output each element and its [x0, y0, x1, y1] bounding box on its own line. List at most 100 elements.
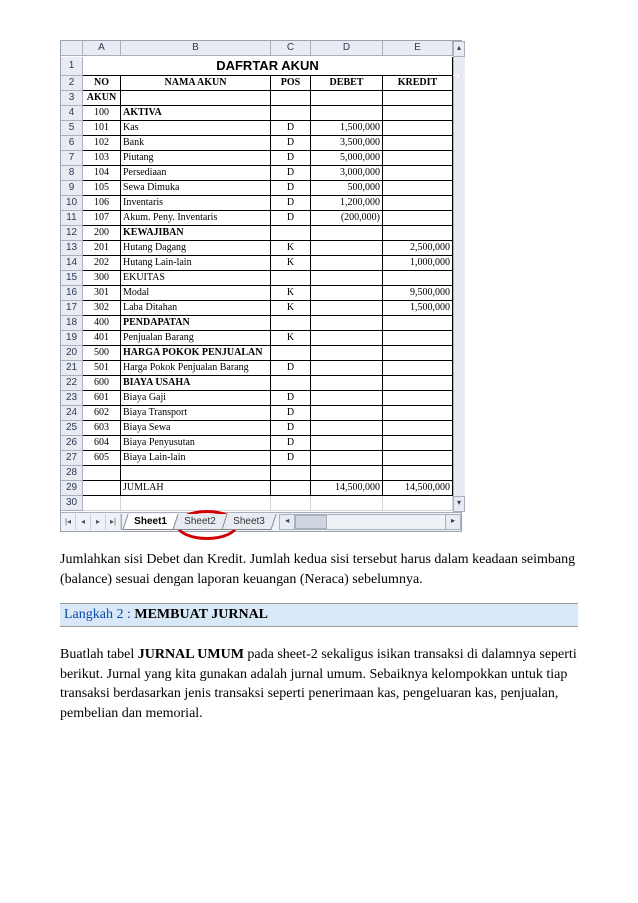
cell[interactable]: D — [271, 436, 311, 451]
row-header[interactable]: 28 — [61, 466, 83, 481]
horizontal-scrollbar[interactable]: ◂ ▸ — [279, 514, 461, 530]
cell[interactable]: Biaya Lain-lain — [121, 451, 271, 466]
scroll-up-icon[interactable]: ▴ — [453, 41, 465, 57]
row-header[interactable]: 29 — [61, 481, 83, 496]
cell[interactable]: 200 — [83, 226, 121, 241]
cell[interactable] — [383, 466, 453, 481]
cell[interactable] — [383, 331, 453, 346]
cell[interactable]: 107 — [83, 211, 121, 226]
cell[interactable] — [383, 226, 453, 241]
col-header-B[interactable]: B — [121, 41, 271, 56]
cell[interactable]: 500 — [83, 346, 121, 361]
cell[interactable] — [383, 391, 453, 406]
cell[interactable]: AKTIVA — [121, 106, 271, 121]
cell[interactable]: 102 — [83, 136, 121, 151]
cell[interactable] — [271, 496, 311, 511]
col-header-D[interactable]: D — [311, 41, 383, 56]
row-header[interactable]: 20 — [61, 346, 83, 361]
row-header[interactable]: 26 — [61, 436, 83, 451]
cell[interactable]: Biaya Gaji — [121, 391, 271, 406]
scroll-right-icon[interactable]: ▸ — [445, 514, 461, 530]
cell[interactable] — [311, 376, 383, 391]
cell[interactable]: D — [271, 196, 311, 211]
nav-first-icon[interactable]: |◂ — [61, 514, 76, 530]
cell[interactable]: Biaya Transport — [121, 406, 271, 421]
row-header[interactable]: 24 — [61, 406, 83, 421]
cell[interactable] — [311, 391, 383, 406]
cell[interactable]: EKUITAS — [121, 271, 271, 286]
cell[interactable] — [271, 316, 311, 331]
cell[interactable] — [383, 376, 453, 391]
cell[interactable] — [383, 496, 453, 511]
cell[interactable]: K — [271, 256, 311, 271]
cell[interactable]: 401 — [83, 331, 121, 346]
cell[interactable]: 100 — [83, 106, 121, 121]
cell[interactable] — [121, 496, 271, 511]
cell[interactable]: Hutang Lain-lain — [121, 256, 271, 271]
cell[interactable] — [383, 361, 453, 376]
cell[interactable]: 301 — [83, 286, 121, 301]
cell[interactable]: 500,000 — [311, 181, 383, 196]
row-header[interactable]: 4 — [61, 106, 83, 121]
cell[interactable]: Modal — [121, 286, 271, 301]
cell[interactable] — [311, 451, 383, 466]
row-header[interactable]: 8 — [61, 166, 83, 181]
cell[interactable] — [383, 421, 453, 436]
cell[interactable] — [83, 496, 121, 511]
cell[interactable] — [383, 196, 453, 211]
cell[interactable]: 103 — [83, 151, 121, 166]
cell[interactable]: D — [271, 451, 311, 466]
row-header[interactable]: 17 — [61, 301, 83, 316]
cell[interactable]: D — [271, 421, 311, 436]
cell[interactable]: 400 — [83, 316, 121, 331]
cell[interactable] — [383, 271, 453, 286]
cell[interactable]: 603 — [83, 421, 121, 436]
cell[interactable] — [83, 481, 121, 496]
cell[interactable]: D — [271, 211, 311, 226]
cell[interactable] — [383, 436, 453, 451]
cell[interactable]: D — [271, 391, 311, 406]
row-header[interactable]: 19 — [61, 331, 83, 346]
cell[interactable] — [271, 346, 311, 361]
cell[interactable] — [383, 346, 453, 361]
row-header[interactable]: 21 — [61, 361, 83, 376]
cell[interactable]: K — [271, 331, 311, 346]
cell[interactable] — [271, 106, 311, 121]
cell[interactable] — [383, 451, 453, 466]
nav-next-icon[interactable]: ▸ — [91, 514, 106, 530]
cell[interactable]: Biaya Sewa — [121, 421, 271, 436]
cell[interactable]: 601 — [83, 391, 121, 406]
cell[interactable]: 104 — [83, 166, 121, 181]
cell[interactable] — [271, 226, 311, 241]
sheet-tab-sheet2[interactable]: Sheet2 — [172, 514, 227, 530]
cell[interactable] — [311, 106, 383, 121]
cell[interactable] — [383, 166, 453, 181]
cell[interactable]: 602 — [83, 406, 121, 421]
row-header[interactable]: 18 — [61, 316, 83, 331]
cell[interactable] — [271, 376, 311, 391]
row-header[interactable]: 11 — [61, 211, 83, 226]
cell[interactable]: D — [271, 406, 311, 421]
row-header[interactable]: 10 — [61, 196, 83, 211]
cell[interactable] — [311, 256, 383, 271]
cell[interactable]: Laba Ditahan — [121, 301, 271, 316]
cell[interactable]: 1,500,000 — [311, 121, 383, 136]
cell[interactable] — [311, 241, 383, 256]
row-header[interactable]: 23 — [61, 391, 83, 406]
cell[interactable] — [383, 136, 453, 151]
cell[interactable]: 106 — [83, 196, 121, 211]
cell[interactable] — [83, 466, 121, 481]
scroll-thumb[interactable] — [295, 515, 327, 529]
sheet-nav-buttons[interactable]: |◂ ◂ ▸ ▸| — [61, 514, 122, 530]
cell[interactable]: K — [271, 301, 311, 316]
cell[interactable]: D — [271, 136, 311, 151]
cell[interactable] — [383, 211, 453, 226]
sheet-tab-sheet1[interactable]: Sheet1 — [122, 514, 178, 530]
cell[interactable] — [311, 286, 383, 301]
cell[interactable] — [121, 466, 271, 481]
cell[interactable]: 3,000,000 — [311, 166, 383, 181]
cell[interactable]: 1,500,000 — [383, 301, 453, 316]
row-header[interactable]: 7 — [61, 151, 83, 166]
cell[interactable]: PENDAPATAN — [121, 316, 271, 331]
cell[interactable]: Penjualan Barang — [121, 331, 271, 346]
